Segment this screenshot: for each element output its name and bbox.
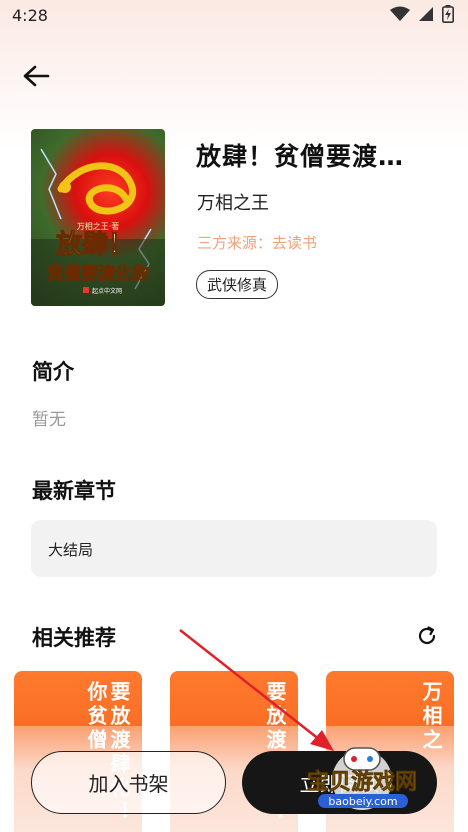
annotation-arrow (179, 629, 334, 751)
status-icons (390, 5, 454, 23)
refresh-icon[interactable] (416, 625, 438, 647)
watermark-name: 宝贝游戏网 (307, 769, 417, 795)
cover-artwork: 万相之王·著 放肆！ 贫僧要渡化你 起点中文网 (31, 148, 165, 306)
book-title: 放肆！贫僧要渡… (196, 142, 405, 171)
latest-chapter-title: 大结局 (48, 541, 94, 559)
wifi-icon (390, 6, 410, 21)
latest-chapter-item[interactable]: 大结局 (31, 520, 437, 577)
recommend-heading: 相关推荐 (32, 626, 116, 650)
watermark-logo: 宝贝游戏网 baobeiy.com (307, 747, 417, 810)
cover-title-1: 放肆！ (55, 229, 134, 260)
intro-heading: 简介 (32, 360, 74, 384)
watermark-domain: baobeiy.com (328, 795, 397, 808)
signal-icon (419, 7, 433, 21)
genre-tag[interactable]: 武侠修真 (196, 270, 279, 299)
gamepad-icon (343, 747, 381, 771)
status-bar: 4:28 (0, 0, 468, 32)
back-arrow-icon[interactable] (22, 64, 50, 88)
battery-icon (442, 5, 454, 23)
status-time: 4:28 (12, 6, 48, 25)
cover-publisher: 起点中文网 (92, 287, 122, 295)
book-source: 三方来源：去读书 (197, 234, 318, 252)
book-author[interactable]: 万相之王 (197, 189, 269, 215)
cover-title-2: 贫僧要渡化你 (46, 263, 149, 284)
add-to-shelf-button[interactable]: 加入书架 (31, 751, 226, 814)
latest-chapter-heading: 最新章节 (32, 479, 116, 503)
intro-text: 暂无 (32, 410, 66, 430)
publisher-logo-icon (83, 287, 89, 293)
book-cover[interactable]: 万相之王·著 放肆！ 贫僧要渡化你 起点中文网 (31, 129, 165, 306)
